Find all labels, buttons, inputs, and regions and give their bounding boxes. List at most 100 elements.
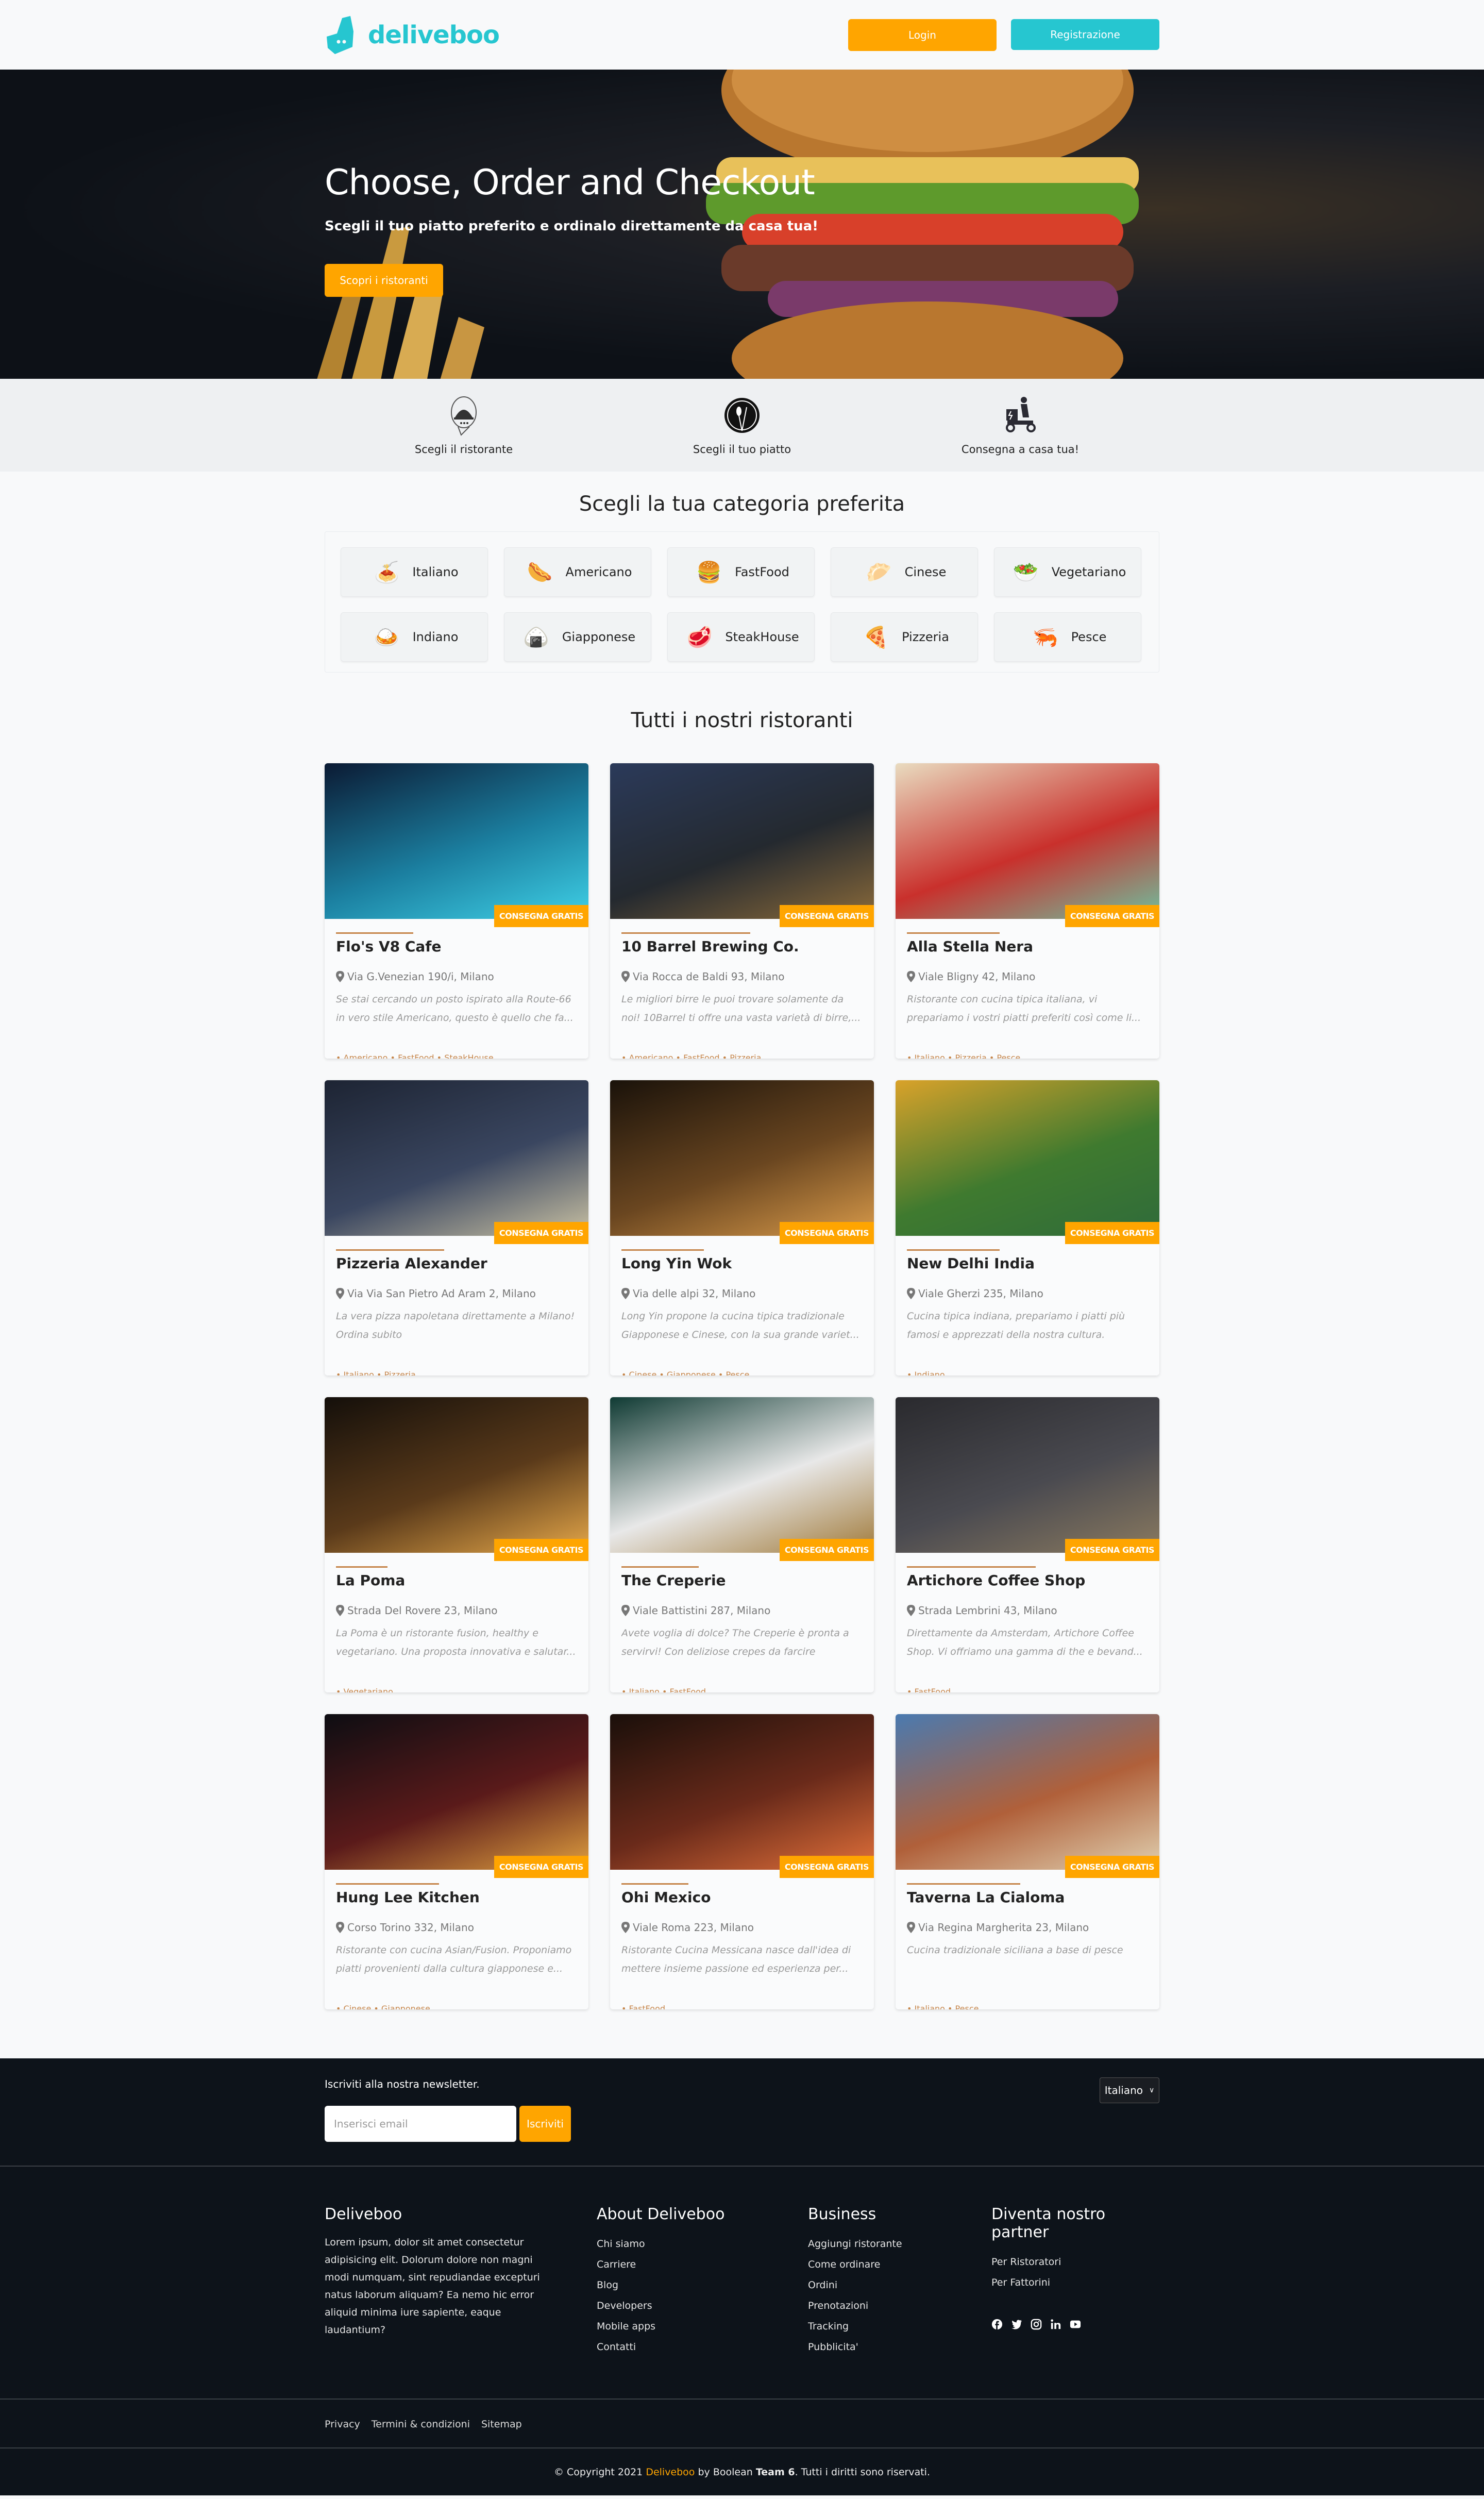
twitter-icon[interactable] [1011,2319,1022,2330]
restaurant-description: Ristorante Cucina Messicana nasce dall'i… [621,1944,851,1974]
restaurant-card[interactable]: CONSEGNA GRATIS Long Yin Wok Via delle alp… [610,1080,874,1376]
category-americano[interactable]: 🌭 Americano [504,547,651,597]
restaurant-tags: • Cinese • Giapponese [336,2004,430,2009]
discover-restaurants-button[interactable]: Scopri i ristoranti [325,264,443,297]
footer-link[interactable]: Developers [597,2295,808,2316]
category-italiano[interactable]: 🍝 Italiano [341,547,488,597]
restaurant-name: Flo's V8 Cafe [336,938,442,955]
category-pesce[interactable]: 🦐 Pesce [994,612,1141,662]
youtube-icon[interactable] [1070,2319,1081,2330]
title-accent-line [907,1883,1020,1885]
footer-link[interactable]: Per Ristoratori [991,2252,1159,2272]
footer-link[interactable]: Tracking [808,2316,991,2337]
free-delivery-badge: CONSEGNA GRATIS [779,905,874,927]
footer-link[interactable]: Come ordinare [808,2254,991,2275]
footer-link[interactable]: Blog [597,2275,808,2295]
restaurant-tags: • Italiano • Pesce [907,2004,979,2009]
register-button[interactable]: Registrazione [1011,19,1159,50]
restaurant-card[interactable]: CONSEGNA GRATIS Pizzeria Alexander Via Via… [325,1080,588,1376]
restaurant-tags: • Italiano • Pizzeria • Pesce [907,1053,1021,1059]
restaurant-description: Cucina tipica indiana, prepariamo i piat… [907,1311,1125,1340]
instagram-icon[interactable] [1031,2319,1042,2330]
copyright: © Copyright 2021 Deliveboo by Boolean Te… [0,2448,1484,2495]
footer-link[interactable]: Carriere [597,2254,808,2275]
restaurant-card[interactable]: CONSEGNA GRATIS The Creperie Viale Battist… [610,1397,874,1692]
linkedin-icon[interactable] [1050,2319,1061,2330]
login-button[interactable]: Login [848,19,997,51]
footer-link[interactable]: Chi siamo [597,2234,808,2254]
restaurant-card[interactable]: CONSEGNA GRATIS New Delhi India Viale Gher… [896,1080,1159,1376]
footer-link[interactable]: Mobile apps [597,2316,808,2337]
restaurant-description: Ristorante con cucina Asian/Fusion. Prop… [336,1944,572,1974]
category-label: Italiano [412,565,459,579]
category-pizzeria[interactable]: 🍕 Pizzeria [831,612,978,662]
footer-about-text: Lorem ipsum, dolor sit amet consectetur … [325,2237,540,2336]
footer-link[interactable]: Ordini [808,2275,991,2295]
restaurant-card[interactable]: CONSEGNA GRATIS Ohi Mexico Viale Roma 223,… [610,1714,874,2009]
terms-link[interactable]: Termini & condizioni [372,2419,470,2430]
restaurant-grid: CONSEGNA GRATIS Flo's V8 Cafe Via G.Venezi… [325,763,1159,2009]
restaurant-photo: CONSEGNA GRATIS [325,1714,588,1878]
category-cinese[interactable]: 🥟 Cinese [831,547,978,597]
burger-icon: 🍔 [696,560,722,584]
restaurant-name: Pizzeria Alexander [336,1255,487,1272]
restaurant-tags: • FastFood [907,1687,951,1692]
category-vegetariano[interactable]: 🥗 Vegetariano [994,547,1141,597]
site-footer: Iscriviti alla nostra newsletter. Iscriv… [0,2058,1484,2495]
restaurant-card[interactable]: CONSEGNA GRATIS 10 Barrel Brewing Co. Via … [610,763,874,1059]
footer-col-about-deliveboo: About Deliveboo Chi siamo Carriere Blog Dev… [597,2205,808,2357]
category-giapponese[interactable]: 🍙 Giapponese [504,612,651,662]
address-text: Corso Torino 332, Milano [347,1921,474,1934]
step-label: Scegli il tuo piatto [693,443,791,456]
restaurant-address: Viale Roma 223, Milano [621,1921,863,1934]
restaurant-description: La vera pizza napoletana direttamente a … [336,1311,575,1340]
restaurant-tags: • Vegetariano [336,1687,393,1692]
footer-link[interactable]: Prenotazioni [808,2295,991,2316]
newsletter-email-input[interactable] [325,2106,516,2142]
footer-link[interactable]: Per Fattorini [991,2272,1159,2293]
map-pin-icon [336,971,344,982]
facebook-icon[interactable] [991,2319,1003,2330]
chevron-down-icon: ∨ [1149,2086,1155,2094]
categories-section: Scegli la tua categoria preferita 🍝 Itali… [0,472,1484,673]
restaurant-photo: CONSEGNA GRATIS [896,1080,1159,1244]
restaurant-description: Avete voglia di dolce? The Creperie è pr… [621,1628,849,1657]
footer-link[interactable]: Pubblicita' [808,2337,991,2357]
restaurant-card[interactable]: CONSEGNA GRATIS Hung Lee Kitchen Corso Tor… [325,1714,588,2009]
title-accent-line [336,1883,439,1885]
copyright-brand: Deliveboo [646,2466,695,2478]
restaurant-name: The Creperie [621,1572,726,1589]
map-pin-icon [621,971,630,982]
subscribe-button[interactable]: Iscriviti [519,2106,571,2142]
footer-link[interactable]: Contatti [597,2337,808,2357]
category-indiano[interactable]: 🍛 Indiano [341,612,488,662]
restaurant-card[interactable]: CONSEGNA GRATIS Artichore Coffee Shop Stra… [896,1397,1159,1692]
restaurant-card[interactable]: CONSEGNA GRATIS Alla Stella Nera Viale Bli… [896,763,1159,1059]
privacy-link[interactable]: Privacy [325,2419,360,2430]
restaurant-name: 10 Barrel Brewing Co. [621,938,799,955]
restaurant-card[interactable]: CONSEGNA GRATIS Taverna La Cialoma Via Reg… [896,1714,1159,2009]
title-accent-line [336,932,413,934]
restaurant-photo: CONSEGNA GRATIS [325,1080,588,1244]
restaurant-card[interactable]: CONSEGNA GRATIS La Poma Strada Del Rovere … [325,1397,588,1692]
footer-link[interactable]: Aggiungi ristorante [808,2234,991,2254]
restaurant-address: Via delle alpi 32, Milano [621,1287,863,1300]
brand-logo[interactable]: deliveboo [325,15,500,54]
category-label: Pesce [1071,630,1107,644]
language-select[interactable]: Italiano ∨ [1100,2077,1159,2103]
restaurant-tags: • Cinese • Giapponese • Pesce [621,1370,750,1376]
category-steakhouse[interactable]: 🥩 SteakHouse [667,612,815,662]
seafood-icon: 🦐 [1032,625,1058,649]
category-fastfood[interactable]: 🍔 FastFood [667,547,815,597]
title-accent-line [621,1249,704,1251]
footer-col-title: Diventa nostro partner [991,2205,1106,2241]
sitemap-link[interactable]: Sitemap [481,2419,522,2430]
steak-icon: 🥩 [686,625,713,649]
free-delivery-badge: CONSEGNA GRATIS [494,1539,588,1561]
free-delivery-badge: CONSEGNA GRATIS [1065,1222,1159,1244]
title-accent-line [907,932,1000,934]
plate-cutlery-icon [724,398,760,433]
restaurants-title: Tutti i nostri ristoranti [631,709,853,732]
restaurant-address: Strada Del Rovere 23, Milano [336,1604,577,1617]
restaurant-card[interactable]: CONSEGNA GRATIS Flo's V8 Cafe Via G.Venezi… [325,763,588,1059]
